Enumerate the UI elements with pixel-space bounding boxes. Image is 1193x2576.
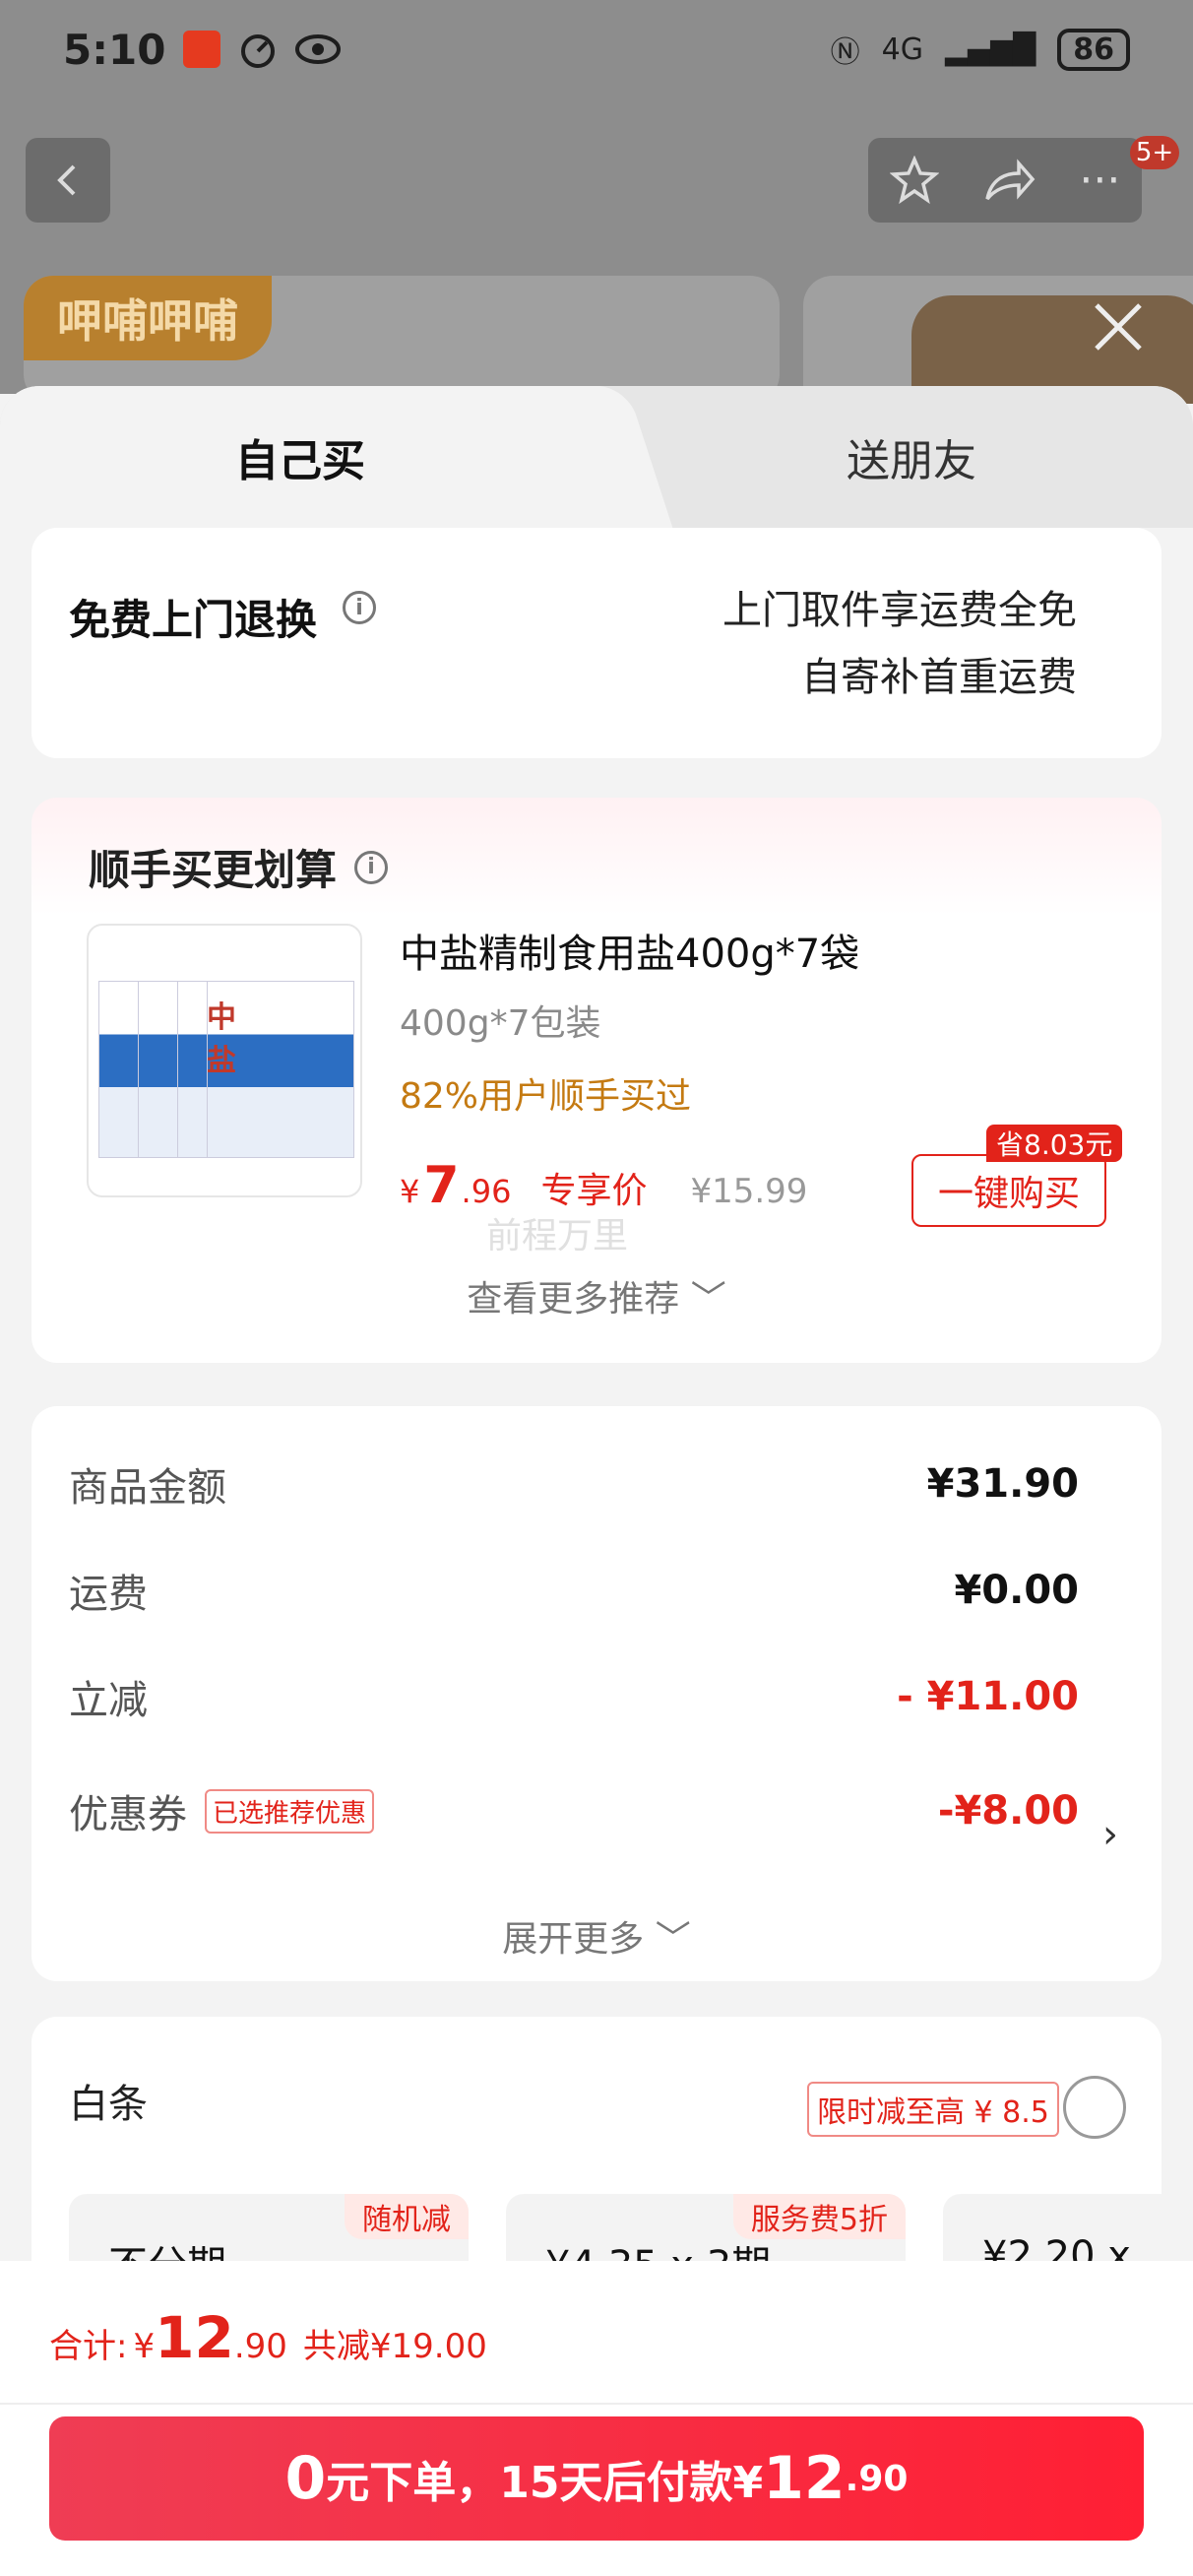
product-name[interactable]: 中盐精制食用盐400g*7袋 xyxy=(400,922,859,979)
nfc-icon: Ⓝ xyxy=(830,35,860,70)
speed-icon xyxy=(241,34,276,68)
product-bought-rate: 82%用户顺手买过 xyxy=(400,1076,692,1117)
fee-row-discount: 立减 - ¥11.00 xyxy=(69,1674,1079,1723)
coupon-value: -¥8.00 xyxy=(937,1788,1079,1834)
fee-row-coupon[interactable]: 优惠券 已选推荐优惠 -¥8.00 xyxy=(69,1782,1079,1839)
salt-brand-logo: 中盐 xyxy=(207,1000,236,1078)
tab-buy-for-self[interactable]: 自己买 xyxy=(0,386,600,528)
credit-promo-tag: 限时减至高 ¥ 8.5 xyxy=(807,2082,1059,2137)
signal-icon: 4G xyxy=(881,32,923,67)
notification-badge: 5+ xyxy=(1130,136,1179,169)
close-icon[interactable] xyxy=(1083,291,1154,362)
price-integer: 7 xyxy=(423,1156,460,1215)
status-time: 5:10 xyxy=(63,25,166,74)
plan-badge: 随机减 xyxy=(345,2194,469,2239)
total-saved: 共减¥19.00 xyxy=(302,2327,487,2366)
info-icon[interactable]: i xyxy=(343,591,376,624)
share-icon[interactable] xyxy=(981,156,1036,205)
tab-gift-friend[interactable]: 送朋友 xyxy=(630,386,1193,528)
recommend-card: 顺手买更划算 i 中盐 中盐精制食用盐400g*7袋 400g*7包装 82%用… xyxy=(31,798,1162,1363)
return-line-1: 上门取件享运费全免 xyxy=(722,588,1077,633)
top-action-bar: ··· xyxy=(868,138,1142,223)
star-icon[interactable] xyxy=(889,156,939,205)
return-line-2: 自寄补首重运费 xyxy=(801,655,1077,700)
brand-logo: 呷哺呷哺 xyxy=(24,276,272,360)
recommend-title: 顺手买更划算 xyxy=(89,846,338,894)
chevron-right-icon[interactable]: › xyxy=(1102,1812,1118,1857)
battery-indicator: 86 xyxy=(1057,28,1130,71)
product-spec: 400g*7包装 xyxy=(400,1003,601,1044)
price-decimal: .96 xyxy=(461,1173,512,1210)
credit-title: 白条 xyxy=(69,2082,148,2127)
back-arrow-icon xyxy=(57,164,76,196)
checkout-footer: 合计: ¥ 12 .90 共减¥19.00 0 元下单，15天后付款¥ 12 .… xyxy=(0,2261,1193,2576)
total-amount: 12 xyxy=(155,2304,234,2371)
total-row: 合计: ¥ 12 .90 共减¥19.00 xyxy=(49,2304,487,2371)
total-label: 合计: xyxy=(49,2327,128,2366)
credit-radio[interactable] xyxy=(1063,2076,1126,2139)
return-service-card: 免费上门退换 i 上门取件享运费全免 自寄补首重运费 xyxy=(31,528,1162,758)
return-service-title: 免费上门退换 xyxy=(69,596,318,644)
signal-icon-2: ▂▄▆█ xyxy=(944,32,1036,67)
fee-row-goods: 商品金额 ¥31.90 xyxy=(69,1461,1079,1511)
watermark: 前程万里 xyxy=(486,1216,629,1256)
purchase-tabs: 自己买 送朋友 xyxy=(0,386,1193,528)
fee-row-shipping: 运费 ¥0.00 xyxy=(69,1568,1079,1617)
save-badge: 省8.03元 xyxy=(986,1125,1123,1162)
app-notification-icon xyxy=(183,31,221,68)
product-price-row: ¥ 7 .96 专享价 ¥15.99 xyxy=(400,1156,807,1215)
back-button[interactable] xyxy=(26,138,110,223)
one-click-buy-button[interactable]: 一键购买 xyxy=(911,1154,1106,1227)
exclusive-price-tag: 专享价 xyxy=(540,1171,648,1211)
more-icon[interactable]: ··· xyxy=(1079,156,1120,206)
fee-summary-card: 商品金额 ¥31.90 运费 ¥0.00 立减 - ¥11.00 优惠券 已选推… xyxy=(31,1406,1162,1981)
coupon-tag: 已选推荐优惠 xyxy=(205,1788,375,1834)
place-order-button[interactable]: 0 元下单，15天后付款¥ 12 .90 xyxy=(49,2416,1144,2541)
price-symbol: ¥ xyxy=(400,1173,420,1210)
product-image[interactable]: 中盐 xyxy=(87,924,362,1197)
original-price: ¥15.99 xyxy=(690,1172,808,1211)
more-recommendations-link[interactable]: 查看更多推荐 ﹀ xyxy=(31,1270,1162,1321)
plan-badge: 服务费5折 xyxy=(732,2194,906,2239)
expand-more-link[interactable]: 展开更多 ﹀ xyxy=(31,1910,1162,1962)
coupon-label: 优惠券 xyxy=(69,1792,187,1837)
eye-icon xyxy=(295,34,342,64)
divider xyxy=(0,2403,1193,2405)
checkout-sheet: 自己买 送朋友 免费上门退换 i 上门取件享运费全免 自寄补首重运费 顺手买更划… xyxy=(0,386,1193,2576)
info-icon[interactable]: i xyxy=(354,850,389,884)
status-bar: 5:10 Ⓝ 4G ▂▄▆█ 86 xyxy=(0,0,1193,98)
